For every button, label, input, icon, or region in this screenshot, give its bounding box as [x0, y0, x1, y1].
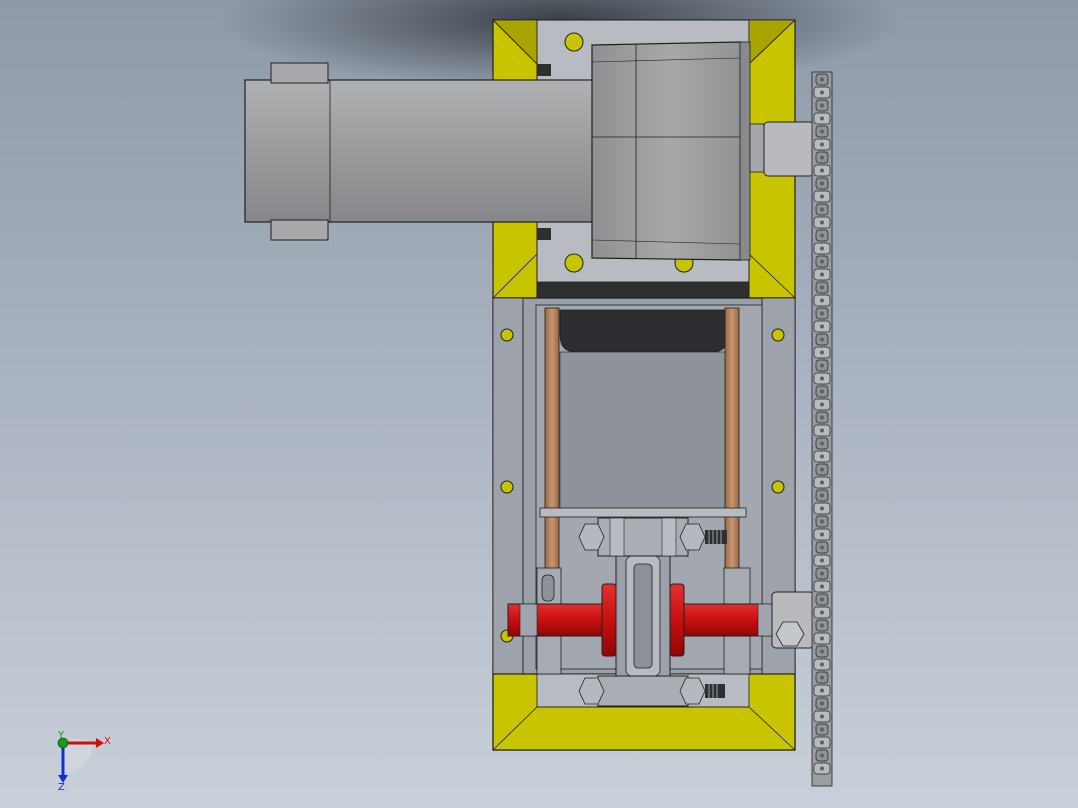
- chain-pin: [820, 376, 824, 381]
- chain-pin: [820, 285, 824, 290]
- chain-pin: [820, 337, 824, 342]
- chain-pin: [820, 207, 824, 212]
- assembly-drawing: X Y Z: [0, 0, 1078, 808]
- chain-pin: [820, 519, 824, 524]
- chain-pin: [820, 493, 824, 498]
- chain-pin: [820, 467, 824, 472]
- chain-pin: [820, 311, 824, 316]
- chain-pin: [820, 597, 824, 602]
- chain-pin: [820, 402, 824, 407]
- x-axis-label: X: [104, 736, 111, 747]
- chain-pin: [820, 389, 824, 394]
- chain-pin: [820, 298, 824, 303]
- chain-pin: [820, 246, 824, 251]
- bolt-hole: [564, 253, 584, 273]
- chain-pin: [820, 194, 824, 199]
- chain-pin: [820, 727, 824, 732]
- guide-rod: [724, 307, 740, 579]
- motor-lug: [270, 219, 329, 241]
- chain-pin: [820, 753, 824, 758]
- chain-pin: [820, 272, 824, 277]
- chain-pin: [820, 155, 824, 160]
- cross-plate: [539, 507, 747, 518]
- chain-pin: [820, 532, 824, 537]
- chain-pin: [820, 168, 824, 173]
- z-axis-label: Z: [58, 782, 65, 793]
- red-flange: [601, 583, 617, 657]
- chain-pin: [820, 506, 824, 511]
- chain-pin: [820, 350, 824, 355]
- chain-pin: [820, 714, 824, 719]
- bolt-hole: [500, 480, 514, 494]
- chain-pin: [820, 571, 824, 576]
- red-flange: [669, 583, 685, 657]
- chain-pin: [820, 324, 824, 329]
- chain-pin: [820, 623, 824, 628]
- chain-pin: [820, 181, 824, 186]
- chain-pin: [820, 688, 824, 693]
- chain-pin: [820, 636, 824, 641]
- chain-pin: [820, 90, 824, 95]
- threaded-bolt: [705, 684, 725, 698]
- chain-pin: [820, 363, 824, 368]
- chain-pin: [820, 259, 824, 264]
- chain-pin: [820, 675, 824, 680]
- roller-chain[interactable]: [811, 71, 833, 787]
- chain-pin: [820, 454, 824, 459]
- chain-pin: [820, 103, 824, 108]
- chain-pin: [820, 649, 824, 654]
- chain-pin: [820, 701, 824, 706]
- chain-pin: [820, 220, 824, 225]
- chain-pin: [820, 415, 824, 420]
- chain-pin: [820, 558, 824, 563]
- threaded-bolt: [705, 530, 727, 544]
- chain-pin: [820, 428, 824, 433]
- chain-pin: [820, 766, 824, 771]
- bolt-hole: [564, 32, 584, 52]
- sprocket-hub: [763, 121, 815, 177]
- chain-pin: [820, 740, 824, 745]
- bolt-hole: [500, 328, 514, 342]
- cad-viewport[interactable]: X Y Z: [0, 0, 1078, 808]
- y-axis-label: Y: [57, 730, 65, 741]
- chain-pin: [820, 480, 824, 485]
- output-shaft: [749, 123, 765, 173]
- chain-pin: [820, 610, 824, 615]
- chain-pin: [820, 116, 824, 121]
- chain-pin: [820, 584, 824, 589]
- chain-pin: [820, 662, 824, 667]
- chain-pin: [820, 233, 824, 238]
- chain-pin: [820, 129, 824, 134]
- electric-motor[interactable]: [244, 62, 596, 241]
- bolt-hole: [771, 480, 785, 494]
- motor-lug: [270, 62, 329, 84]
- chain-pin: [820, 142, 824, 147]
- chain-pin: [820, 77, 824, 82]
- chain-pin: [820, 545, 824, 550]
- bolt-hole: [771, 328, 785, 342]
- guide-rod: [544, 307, 560, 579]
- chain-pin: [820, 441, 824, 446]
